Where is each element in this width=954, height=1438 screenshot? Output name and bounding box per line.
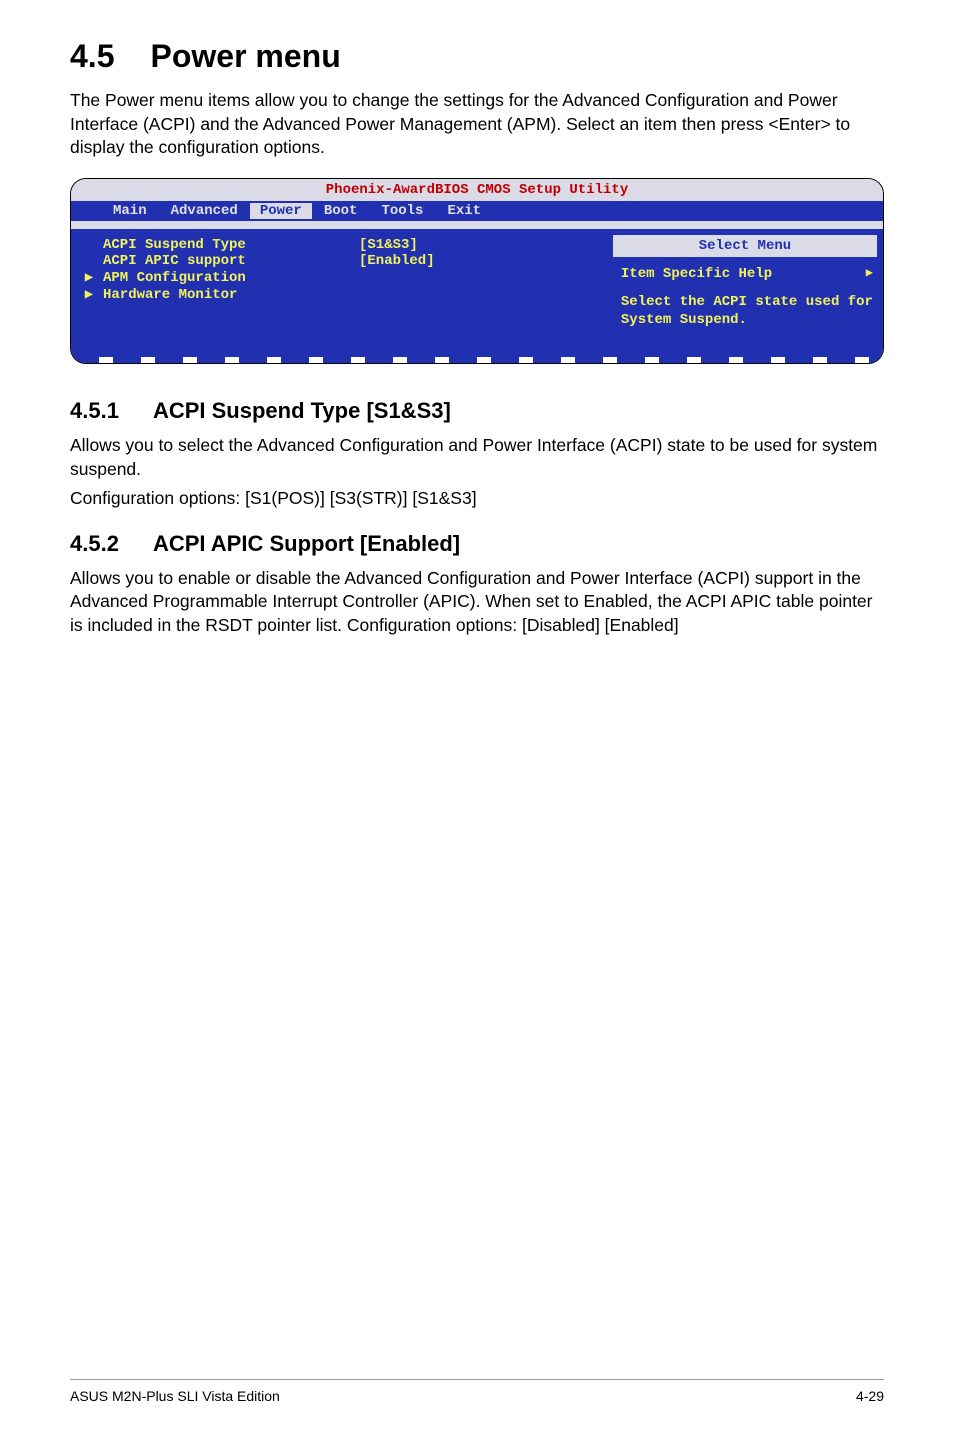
- bios-item-label: ACPI APIC support: [99, 253, 359, 269]
- bios-item-label: Hardware Monitor: [99, 286, 359, 303]
- subsection-heading-451: 4.5.1 ACPI Suspend Type [S1&S3]: [70, 398, 884, 424]
- footer-page-number: 4-29: [856, 1388, 884, 1404]
- bios-item-value: [359, 269, 435, 286]
- subsection-title: ACPI Suspend Type [S1&S3]: [153, 398, 451, 424]
- bios-right-pane: Select Menu Item Specific Help ▶ Select …: [607, 229, 883, 357]
- submenu-arrow-icon: ▶: [79, 269, 99, 286]
- bios-help-title-row: Item Specific Help ▶: [621, 265, 873, 283]
- bios-menubar: Main Advanced Power Boot Tools Exit: [71, 201, 883, 221]
- footer-left: ASUS M2N-Plus SLI Vista Edition: [70, 1388, 280, 1404]
- page-footer: ASUS M2N-Plus SLI Vista Edition 4-29: [70, 1388, 884, 1404]
- bios-bottom-strip: [71, 357, 883, 363]
- subsection-451-p2: Configuration options: [S1(POS)] [S3(STR…: [70, 487, 884, 511]
- bios-item-acpi-apic-support[interactable]: ACPI APIC support [Enabled]: [79, 253, 435, 269]
- section-number: 4.5: [70, 38, 114, 75]
- bios-item-apm-configuration[interactable]: ▶ APM Configuration: [79, 269, 435, 286]
- subsection-number: 4.5.2: [70, 531, 119, 557]
- bios-menu-power[interactable]: Power: [250, 203, 312, 219]
- footer-rule: [70, 1379, 884, 1380]
- bios-help-title: Item Specific Help: [621, 265, 772, 283]
- section-heading: 4.5 Power menu: [70, 38, 884, 75]
- bios-item-value: [S1&S3]: [359, 237, 435, 253]
- bios-item-label: ACPI Suspend Type: [99, 237, 359, 253]
- bios-menu-boot[interactable]: Boot: [312, 203, 370, 219]
- bios-menu-tools[interactable]: Tools: [369, 203, 435, 219]
- triangle-right-icon: ▶: [866, 266, 873, 282]
- submenu-arrow-icon: [79, 253, 99, 269]
- subsection-451-p1: Allows you to select the Advanced Config…: [70, 434, 884, 481]
- bios-body: ACPI Suspend Type [S1&S3] ACPI APIC supp…: [71, 229, 883, 357]
- bios-help-body: Select the ACPI state used for System Su…: [621, 293, 873, 329]
- bios-item-acpi-suspend-type[interactable]: ACPI Suspend Type [S1&S3]: [79, 237, 435, 253]
- bios-menu-exit[interactable]: Exit: [435, 203, 493, 219]
- bios-select-menu-label: Select Menu: [613, 235, 877, 257]
- bios-help-area: Item Specific Help ▶ Select the ACPI sta…: [607, 257, 883, 330]
- subsection-452-p1: Allows you to enable or disable the Adva…: [70, 567, 884, 638]
- bios-menubar-spacer: [71, 221, 883, 229]
- bios-item-value: [Enabled]: [359, 253, 435, 269]
- subsection-heading-452: 4.5.2 ACPI APIC Support [Enabled]: [70, 531, 884, 557]
- bios-left-pane: ACPI Suspend Type [S1&S3] ACPI APIC supp…: [71, 229, 607, 357]
- bios-window-title: Phoenix-AwardBIOS CMOS Setup Utility: [71, 179, 883, 201]
- bios-menu-advanced[interactable]: Advanced: [159, 203, 250, 219]
- bios-window: Phoenix-AwardBIOS CMOS Setup Utility Mai…: [70, 178, 884, 364]
- bios-menu-main[interactable]: Main: [101, 203, 159, 219]
- intro-paragraph: The Power menu items allow you to change…: [70, 89, 884, 160]
- subsection-number: 4.5.1: [70, 398, 119, 424]
- bios-item-value: [359, 286, 435, 303]
- bios-item-label: APM Configuration: [99, 269, 359, 286]
- submenu-arrow-icon: [79, 237, 99, 253]
- submenu-arrow-icon: ▶: [79, 286, 99, 303]
- bios-item-hardware-monitor[interactable]: ▶ Hardware Monitor: [79, 286, 435, 303]
- section-title-text: Power menu: [150, 38, 340, 75]
- subsection-title: ACPI APIC Support [Enabled]: [153, 531, 460, 557]
